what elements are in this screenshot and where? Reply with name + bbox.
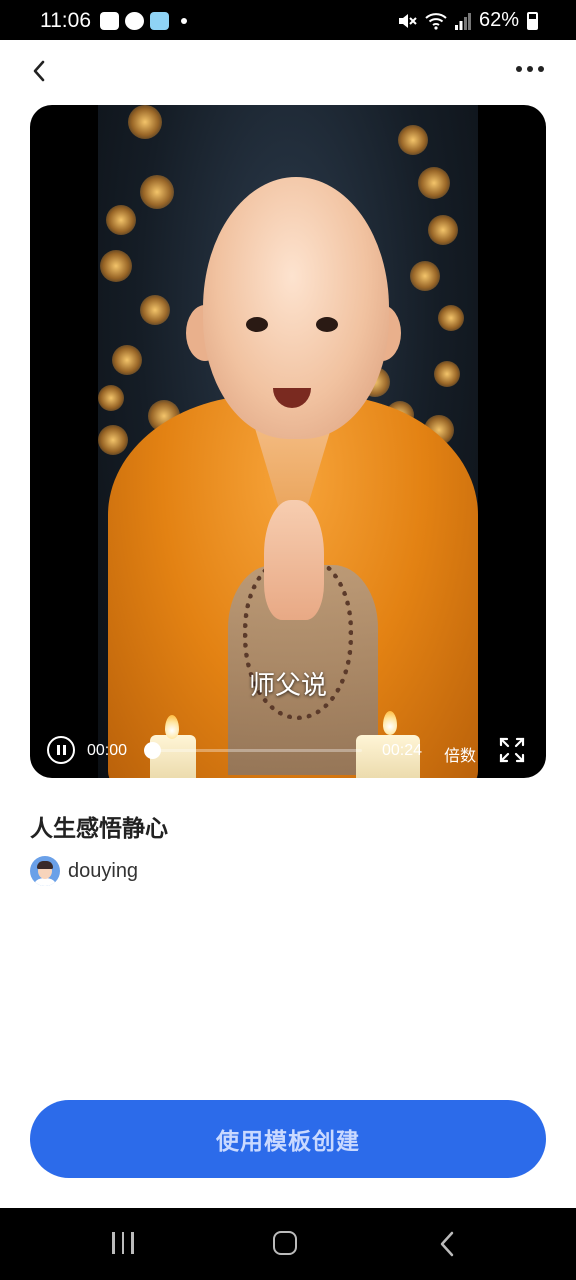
pause-button[interactable]: [47, 736, 75, 764]
current-time: 00:00: [87, 742, 128, 759]
author-row[interactable]: douying: [30, 856, 138, 886]
fullscreen-button[interactable]: [499, 737, 525, 763]
back-arrow-icon: [440, 1231, 454, 1257]
praying-hands: [264, 500, 324, 620]
more-horizontal-icon: [516, 66, 522, 72]
signal-icon: [454, 12, 471, 30]
home-button[interactable]: [273, 1231, 297, 1255]
status-system-icons: 62%: [397, 9, 538, 32]
progress-thumb[interactable]: [144, 742, 161, 759]
video-player[interactable]: 师父说 00:00 00:24 倍数: [30, 105, 546, 778]
status-bar: 11:06 62%: [0, 0, 576, 40]
gallery-icon: [100, 12, 119, 30]
recent-apps-icon: [112, 1232, 115, 1254]
navigation-bar: [0, 1208, 576, 1280]
wifi-icon: [425, 12, 447, 30]
progress-bar[interactable]: [144, 742, 362, 759]
mute-icon: [398, 13, 417, 28]
top-bar: [0, 40, 576, 102]
back-button[interactable]: [26, 56, 56, 86]
total-time: 00:24: [382, 742, 423, 759]
status-time: 11:06: [40, 9, 91, 32]
cloud-icon: [125, 12, 144, 30]
speed-button[interactable]: 倍数: [444, 742, 476, 766]
recent-apps-button[interactable]: [112, 1232, 134, 1254]
battery-icon: [527, 11, 538, 30]
author-name: douying: [68, 859, 139, 882]
fullscreen-icon: [499, 737, 525, 763]
system-back-button[interactable]: [436, 1230, 460, 1258]
battery-percent: 62%: [478, 9, 519, 31]
more-button[interactable]: [516, 66, 544, 72]
chevron-left-icon: [33, 60, 45, 82]
video-subtitle: 师父说: [248, 670, 327, 700]
weather-icon: [150, 12, 169, 30]
video-controls: 00:00 00:24 倍数: [30, 728, 546, 778]
status-notification-icons: [100, 12, 187, 30]
use-template-button[interactable]: 使用模板创建: [30, 1100, 546, 1178]
template-title: 人生感悟静心: [30, 815, 168, 841]
avatar: [30, 856, 60, 886]
notification-dot: [181, 18, 187, 24]
